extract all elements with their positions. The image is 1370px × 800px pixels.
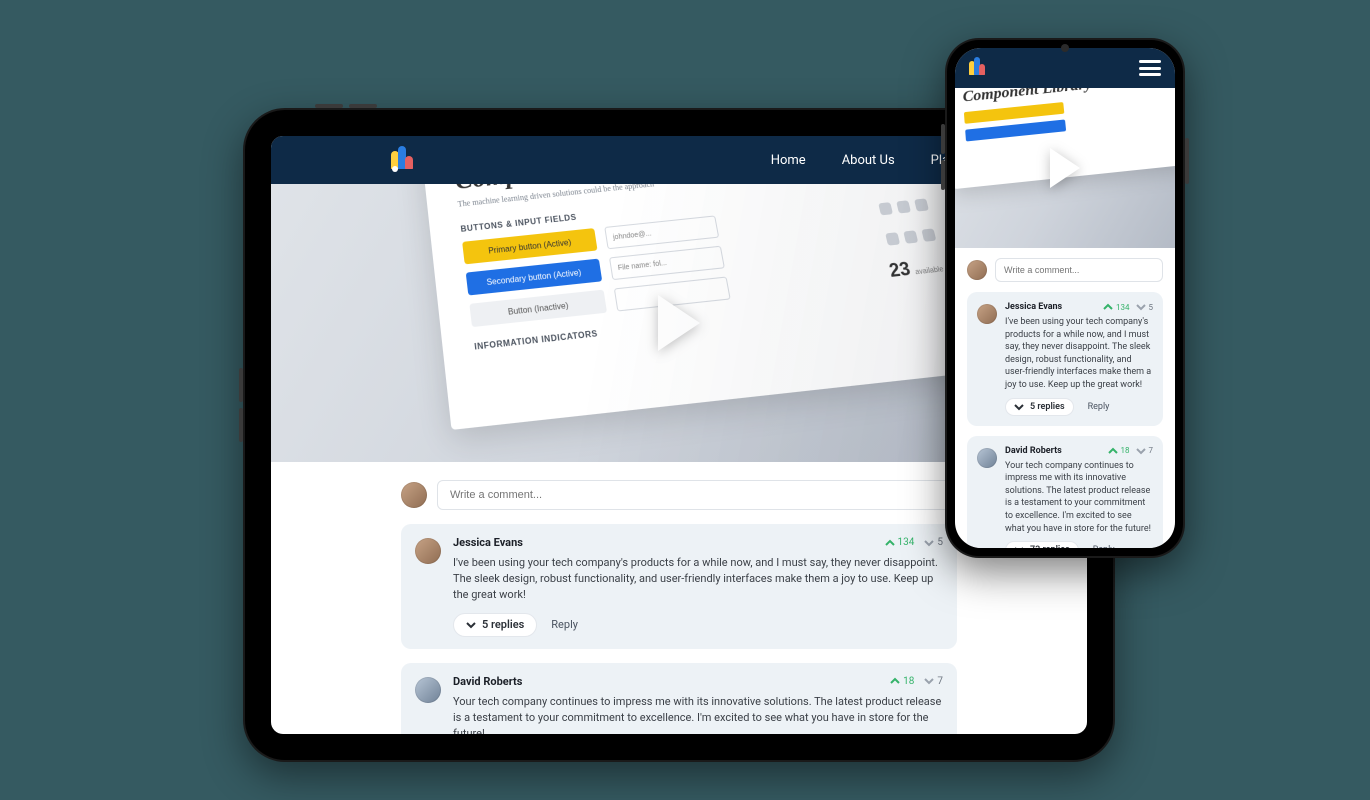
doc-tertiary-button: Button (Inactive) [469,290,607,328]
phone-camera [1061,44,1069,52]
chevron-up-icon [885,538,895,548]
avatar [415,677,441,703]
doc-section-buttons: BUTTONS & INPUT FIELDS [460,184,923,234]
comment-text: Your tech company continues to impress m… [1005,460,1153,536]
chevron-up-icon [890,676,900,686]
upvote-count: 134 [898,537,915,548]
tablet-side-button [239,368,243,402]
doc-input [614,276,731,311]
reply-button[interactable]: Reply [1093,545,1115,548]
brand-logo[interactable] [969,57,987,79]
avatar [415,538,441,564]
downvote-button[interactable]: 7 [1136,446,1154,456]
comment-text: I've been using your tech company's prod… [453,555,943,603]
upvote-button[interactable]: 18 [1108,446,1130,456]
downvote-button[interactable]: 5 [1136,302,1154,312]
avatar [401,482,427,508]
comment-author: Jessica Evans [453,536,523,549]
downvote-count: 7 [1149,446,1154,455]
doc-input: File name: fol... [609,246,725,280]
comment-author: Jessica Evans [1005,302,1062,312]
doc-section-info: INFORMATION INDICATORS [474,291,951,352]
replies-label: 5 replies [1030,402,1065,412]
downvote-button[interactable]: 5 [924,537,943,548]
phone-device-frame: 04 Component Library 23 Jessica Evans [945,38,1185,558]
doc-primary-button: Primary button (Active) [462,228,597,264]
chevron-down-icon [466,620,476,630]
nav-home[interactable]: Home [771,153,806,168]
phone-side-button [941,124,945,154]
nav-about[interactable]: About Us [842,153,895,168]
phone-screen: 04 Component Library 23 Jessica Evans [955,48,1175,548]
comment-card: David Roberts 18 7 Your tec [967,436,1163,548]
avatar [967,260,987,280]
upvote-button[interactable]: 134 [885,537,915,548]
hero-video: 04 Component Library 23 [955,88,1175,248]
chevron-up-icon [1103,302,1113,312]
doc-title: Component Library [962,88,1175,106]
comment-card: Jessica Evans 134 5 I've be [967,292,1163,426]
chevron-down-icon [924,538,934,548]
downvote-count: 5 [937,537,943,548]
doc-stat-label: available [914,266,944,276]
comment-input[interactable] [995,258,1163,282]
phone-side-button [941,160,945,190]
avatar [977,448,997,468]
upvote-button[interactable]: 134 [1103,302,1130,312]
chevron-down-icon [924,676,934,686]
hero-document-mock: 04 Component Library The machine learnin… [421,184,1000,430]
chevron-down-icon [1014,402,1024,412]
replies-label: 73 replies [1030,545,1070,548]
downvote-count: 5 [1149,303,1154,312]
avatar [977,304,997,324]
replies-toggle[interactable]: 73 replies [1005,541,1079,548]
reply-button[interactable]: Reply [1088,402,1110,412]
doc-subtitle: The machine learning driven solutions co… [457,184,917,209]
tablet-top-button [349,104,377,108]
comment-card: David Roberts 18 7 Your tec [401,663,957,734]
brand-logo[interactable] [391,146,413,174]
compose-row [967,258,1163,282]
downvote-button[interactable]: 7 [924,676,943,687]
doc-input: johndoe@... [604,215,719,249]
doc-title: Component Library [453,184,914,196]
play-icon[interactable] [658,295,700,351]
comment-text: I've been using your tech company's prod… [1005,316,1153,392]
upvote-button[interactable]: 18 [890,676,914,687]
comment-input[interactable] [437,480,957,510]
upvote-count: 18 [903,676,914,687]
reply-button[interactable]: Reply [551,618,578,631]
hamburger-menu-icon[interactable] [1139,60,1161,76]
doc-stat-value: 23 [887,258,912,281]
doc-bar [965,119,1066,141]
chevron-down-icon [1014,545,1024,548]
comments-section: Jessica Evans 134 5 I've be [955,248,1175,548]
site-header-mobile [955,48,1175,88]
comment-text: Your tech company continues to impress m… [453,694,943,734]
comment-card: Jessica Evans 134 5 I've be [401,524,957,649]
tablet-side-button [239,408,243,442]
replies-label: 5 replies [482,618,524,631]
tablet-top-button [315,104,343,108]
replies-toggle[interactable]: 5 replies [1005,398,1074,416]
chevron-down-icon [1136,302,1146,312]
upvote-count: 134 [1116,303,1130,312]
play-icon[interactable] [1050,148,1080,188]
compose-row [401,480,957,510]
chevron-up-icon [1108,446,1118,456]
replies-toggle[interactable]: 5 replies [453,613,537,637]
upvote-count: 18 [1121,446,1130,455]
phone-side-button [1185,138,1189,184]
comment-author: David Roberts [1005,446,1062,456]
doc-secondary-button: Secondary button (Active) [466,259,603,296]
downvote-count: 7 [937,676,943,687]
comment-author: David Roberts [453,675,522,688]
chevron-down-icon [1136,446,1146,456]
